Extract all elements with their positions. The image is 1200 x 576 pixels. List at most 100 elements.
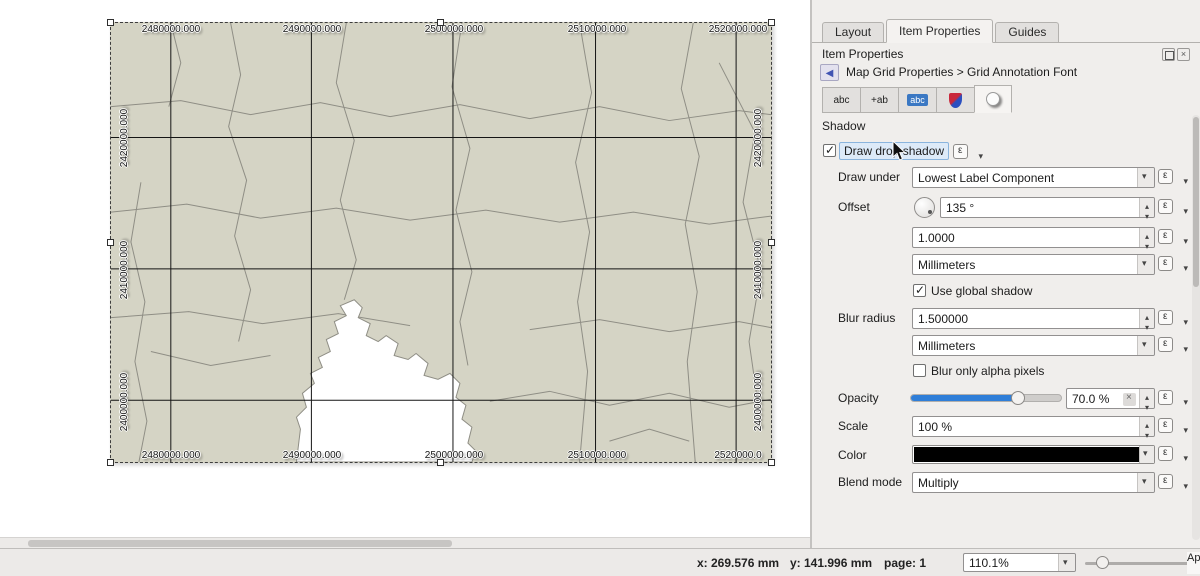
chevron-down-icon (1058, 554, 1075, 571)
spin-down-icon[interactable] (1140, 208, 1154, 218)
data-defined-override-button[interactable] (1158, 473, 1188, 493)
expression-icon (1158, 337, 1173, 352)
spin-up-icon[interactable] (1140, 309, 1154, 319)
spin-arrows[interactable] (1139, 417, 1154, 436)
spin-up-icon[interactable] (1140, 417, 1154, 427)
spin-arrows[interactable] (1139, 228, 1154, 247)
grid-annotation-left: 2420000.000 (119, 109, 130, 167)
use-global-shadow-checkbox[interactable] (913, 284, 926, 297)
color-button[interactable] (912, 445, 1155, 464)
data-defined-override-button[interactable] (1158, 336, 1188, 356)
scale-label: Scale (838, 419, 908, 433)
dropdown-icon (978, 148, 983, 162)
subtab-background[interactable] (936, 87, 974, 113)
shadow-group-title: Shadow (822, 119, 865, 133)
grid-annotation-bottom: 2520000.0 (714, 450, 761, 461)
selection-handle[interactable] (768, 19, 775, 26)
subtab-formatting[interactable]: +ab (860, 87, 898, 113)
chevron-down-icon[interactable] (1139, 446, 1154, 463)
spin-down-icon[interactable] (1140, 427, 1154, 437)
use-global-shadow-label[interactable]: Use global shadow (931, 284, 1032, 298)
data-defined-override-button[interactable] (1158, 255, 1188, 275)
scrollbar-thumb[interactable] (1193, 117, 1199, 287)
offset-distance-spinbox[interactable]: 1.0000 (912, 227, 1155, 248)
clear-icon[interactable] (1123, 393, 1136, 406)
selection-handle[interactable] (768, 239, 775, 246)
selection-handle[interactable] (107, 459, 114, 466)
data-defined-override-button[interactable] (1158, 445, 1188, 465)
blend-mode-combobox[interactable]: Multiply (912, 472, 1155, 493)
tab-item-properties[interactable]: Item Properties (886, 19, 993, 43)
selection-handle[interactable] (437, 459, 444, 466)
expression-icon (1158, 446, 1173, 461)
draw-under-value: Lowest Label Component (918, 171, 1054, 185)
panel-close-icon[interactable] (1177, 48, 1190, 61)
offset-angle-dial[interactable] (914, 197, 935, 218)
zoom-level-combobox[interactable]: 110.1% (963, 553, 1076, 572)
selection-handle[interactable] (437, 19, 444, 26)
selection-handle[interactable] (107, 19, 114, 26)
shadow-icon (986, 92, 1000, 106)
offset-angle-value: 135 ° (946, 201, 974, 215)
spin-down-icon[interactable] (1140, 399, 1154, 409)
selection-handle[interactable] (768, 459, 775, 466)
selection-handle[interactable] (107, 239, 114, 246)
spin-arrows[interactable] (1139, 389, 1154, 408)
opacity-spinbox[interactable]: 70.0 % (1066, 388, 1155, 409)
scale-value: 100 % (918, 420, 952, 434)
spin-up-icon[interactable] (1140, 198, 1154, 208)
grid-annotation-top: 2510000.000 (568, 24, 626, 35)
spin-up-icon[interactable] (1140, 389, 1154, 399)
blur-units-combobox[interactable]: Millimeters (912, 335, 1155, 356)
grid-annotation-bottom: 2480000.000 (142, 450, 200, 461)
expression-icon (1158, 229, 1173, 244)
spin-arrows[interactable] (1139, 198, 1154, 217)
scale-spinbox[interactable]: 100 % (912, 416, 1155, 437)
blend-mode-label: Blend mode (838, 475, 908, 489)
expression-icon (953, 144, 968, 159)
color-label: Color (838, 448, 908, 462)
opacity-slider[interactable] (910, 394, 1062, 402)
blur-radius-value: 1.500000 (918, 312, 968, 326)
zoom-slider-handle[interactable] (1096, 556, 1109, 569)
subtab-text[interactable]: abc (822, 87, 860, 113)
panel-float-icon[interactable] (1162, 48, 1175, 61)
offset-label: Offset (838, 200, 908, 214)
map-item[interactable]: 2480000.000 2490000.000 2500000.000 2510… (110, 22, 772, 463)
data-defined-override-button[interactable] (1158, 389, 1188, 409)
grid-annotation-right: 2410000.000 (753, 241, 764, 299)
panel-vertical-scrollbar[interactable] (1192, 115, 1200, 540)
data-defined-override-button[interactable] (953, 143, 983, 163)
corner-panel-clipped: Ap (1187, 552, 1200, 574)
blur-only-alpha-checkbox[interactable] (913, 364, 926, 377)
dropdown-icon (1183, 341, 1188, 355)
draw-under-combobox[interactable]: Lowest Label Component (912, 167, 1155, 188)
blur-only-alpha-label[interactable]: Blur only alpha pixels (931, 364, 1044, 378)
dropdown-icon (1183, 450, 1188, 464)
data-defined-override-button[interactable] (1158, 309, 1188, 329)
back-button[interactable] (820, 64, 839, 81)
data-defined-override-button[interactable] (1158, 198, 1188, 218)
spin-arrows[interactable] (1139, 309, 1154, 328)
map-render (111, 23, 771, 462)
data-defined-override-button[interactable] (1158, 168, 1188, 188)
opacity-slider-handle[interactable] (1011, 391, 1025, 405)
tab-guides[interactable]: Guides (995, 22, 1059, 42)
blur-radius-spinbox[interactable]: 1.500000 (912, 308, 1155, 329)
data-defined-override-button[interactable] (1158, 417, 1188, 437)
canvas-horizontal-scrollbar[interactable] (0, 537, 810, 548)
blend-mode-value: Multiply (918, 476, 959, 490)
offset-angle-spinbox[interactable]: 135 ° (940, 197, 1155, 218)
scrollbar-thumb[interactable] (28, 540, 452, 547)
layout-canvas[interactable]: 2480000.000 2490000.000 2500000.000 2510… (0, 0, 810, 548)
spin-down-icon[interactable] (1140, 319, 1154, 329)
subtab-buffer[interactable]: abc (898, 87, 936, 113)
blur-units-value: Millimeters (918, 339, 975, 353)
tab-layout[interactable]: Layout (822, 22, 884, 42)
spin-down-icon[interactable] (1140, 238, 1154, 248)
spin-up-icon[interactable] (1140, 228, 1154, 238)
data-defined-override-button[interactable] (1158, 228, 1188, 248)
offset-units-combobox[interactable]: Millimeters (912, 254, 1155, 275)
subtab-shadow[interactable] (974, 85, 1012, 113)
draw-drop-shadow-checkbox[interactable] (823, 144, 836, 157)
